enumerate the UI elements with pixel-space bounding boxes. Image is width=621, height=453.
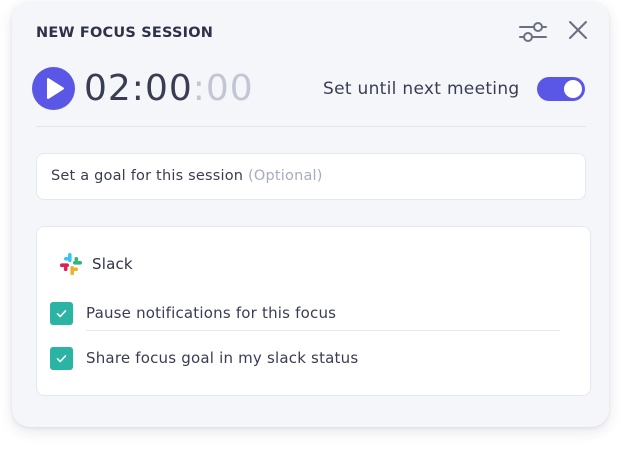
option-label: Pause notifications for this focus <box>86 304 337 322</box>
checkmark-icon <box>56 355 67 363</box>
goal-optional-hint: (Optional) <box>248 168 323 184</box>
checkmark-icon <box>56 310 67 318</box>
close-button[interactable] <box>566 18 590 42</box>
timer-seconds: :00 <box>192 68 254 109</box>
slack-name: Slack <box>92 255 133 273</box>
option-label: Share focus goal in my slack status <box>86 349 359 367</box>
card-title: NEW FOCUS SESSION <box>36 25 214 41</box>
slack-integration-panel: Slack Pause notifications for this focus… <box>36 226 591 396</box>
pause-notifications-option[interactable]: Pause notifications for this focus <box>50 302 570 326</box>
slack-logo-icon <box>60 253 82 275</box>
toggle-knob <box>564 80 582 98</box>
timer-main: 02:00 <box>84 68 193 109</box>
option-divider <box>86 330 560 331</box>
checkbox[interactable] <box>50 302 73 325</box>
sliders-icon <box>519 22 547 42</box>
settings-button[interactable] <box>518 19 548 45</box>
goal-placeholder-text: Set a goal for this session <box>51 168 244 184</box>
divider <box>36 126 586 127</box>
until-next-meeting-toggle[interactable] <box>537 77 585 101</box>
checkbox[interactable] <box>50 347 73 370</box>
until-next-meeting-label: Set until next meeting <box>323 79 520 99</box>
timer-display: 02:00:00 <box>84 65 254 113</box>
goal-placeholder: Set a goal for this session (Optional) <box>51 168 323 184</box>
play-button[interactable] <box>32 67 75 110</box>
share-goal-status-option[interactable]: Share focus goal in my slack status <box>50 347 570 371</box>
goal-input[interactable]: Set a goal for this session (Optional) <box>36 153 586 200</box>
focus-session-card: NEW FOCUS SESSION 02:00:00 Set until nex… <box>12 2 609 427</box>
play-icon <box>47 78 64 99</box>
close-icon <box>569 21 587 39</box>
